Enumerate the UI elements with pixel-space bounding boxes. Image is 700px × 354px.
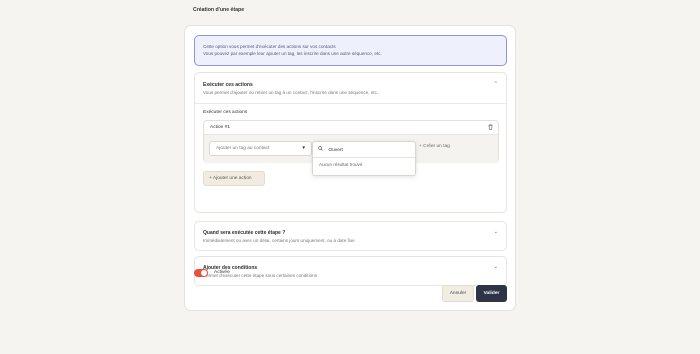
tag-search-dropdown: Ouvert Aucun résultat trouvé [312, 141, 416, 176]
action-type-select[interactable]: Ajouter un tag au contact ▼ [209, 141, 312, 156]
active-toggle-label: Activée [214, 270, 230, 275]
toggle-knob [201, 270, 207, 276]
active-toggle[interactable] [194, 269, 208, 277]
no-result-text: Aucun résultat trouvé [319, 162, 363, 167]
create-tag-label: Créer un tag [423, 144, 450, 149]
add-action-button[interactable]: + Ajouter une action [203, 171, 265, 186]
actions-field-label: Exécuter ces actions [203, 110, 248, 115]
chevron-down-icon[interactable]: ⌄ [494, 229, 498, 235]
info-box: Cette option vous permet d'exécuter des … [194, 35, 507, 66]
plus-icon: + [419, 144, 422, 149]
info-line-2: Vous pouvez par exemple leur ajouter un … [203, 51, 382, 56]
chevron-down-icon[interactable]: ⌄ [494, 264, 498, 270]
section-conditions-description: Permet d'exécuter cette étape sous certa… [203, 272, 317, 278]
section-actions-description: Vous permet d'ajouter ou retirer un tag … [203, 89, 379, 95]
tag-search-value: Ouvert [328, 148, 343, 153]
action-header: Action #1 [204, 121, 498, 135]
search-icon [318, 146, 324, 153]
action-type-value: Ajouter un tag au contact [216, 146, 270, 151]
create-tag-button[interactable]: + Créer un tag [419, 144, 450, 149]
section-when[interactable]: Quand sera exécutée cette étape ? Immédi… [194, 221, 507, 251]
section-conditions-title: Ajouter des conditions [203, 265, 258, 271]
plus-icon: + [209, 176, 212, 181]
section-actions-header[interactable]: Exécuter ces actions Vous permet d'ajout… [203, 82, 378, 95]
page-title: Création d'une étape [193, 7, 245, 13]
info-line-1: Cette option vous permet d'exécuter des … [203, 44, 336, 49]
section-actions-title: Exécuter ces actions [203, 82, 253, 88]
trash-icon[interactable] [488, 124, 493, 132]
section-when-description: Immédiatement ou avec un délai, certains… [203, 237, 355, 243]
section-conditions[interactable]: Ajouter des conditions Permet d'exécuter… [194, 256, 507, 286]
section-when-title: Quand sera exécutée cette étape ? [203, 230, 286, 236]
tag-search-input[interactable]: Ouvert [313, 142, 415, 158]
section-divider [195, 103, 506, 104]
add-action-label: Ajouter une action [212, 176, 252, 181]
submit-button[interactable]: Valider [476, 285, 507, 302]
caret-down-icon: ▼ [301, 145, 306, 150]
action-title: Action #1 [210, 125, 231, 130]
cancel-button[interactable]: Annuler [442, 285, 474, 302]
chevron-up-icon[interactable]: ⌃ [494, 81, 498, 87]
